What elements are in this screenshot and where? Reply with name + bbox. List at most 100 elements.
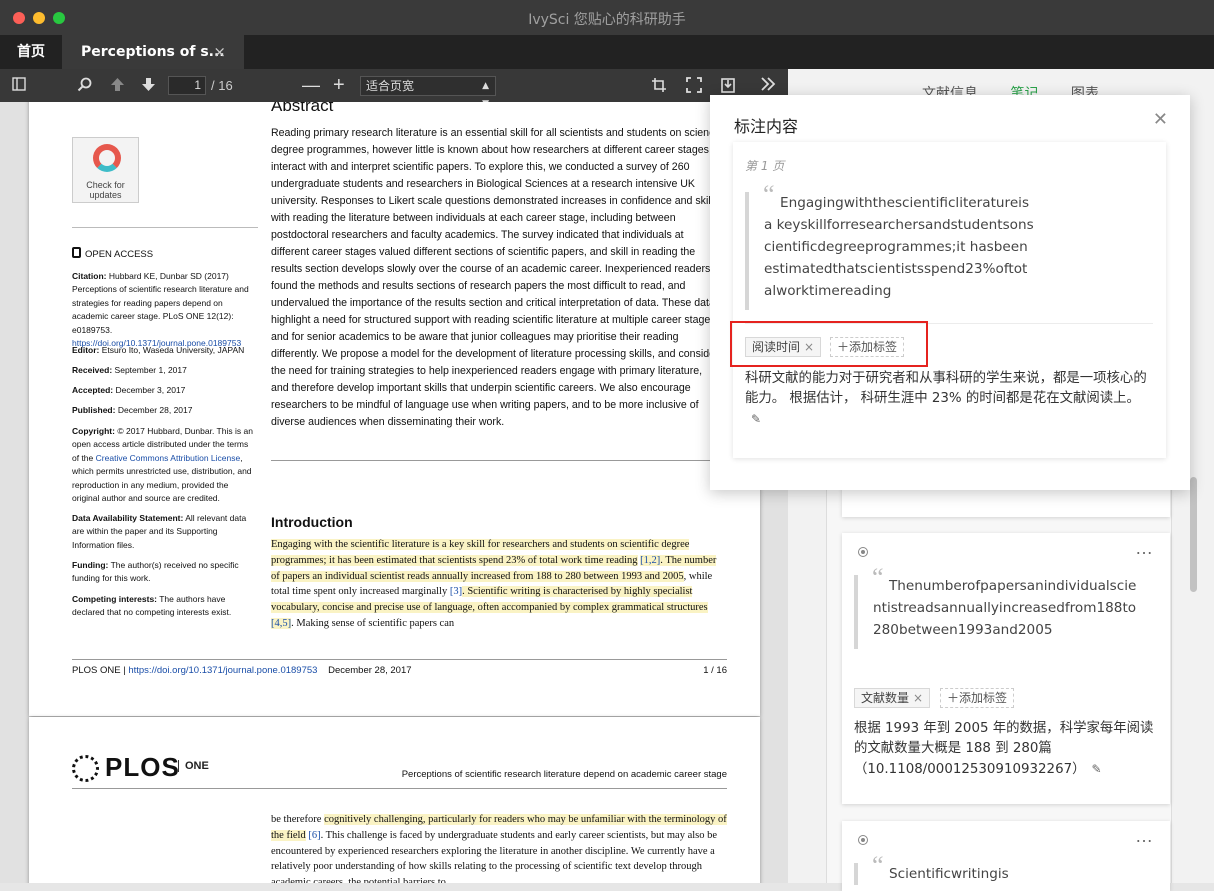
reference-link[interactable]: [6] [308,830,320,841]
accepted-text: December 3, 2017 [115,385,186,395]
sidebar-toggle-icon[interactable] [12,77,26,94]
open-access-label: OPEN ACCESS [72,247,256,261]
note-body: 科研文献的能力对于研究者和从事科研的学生来说，都是一项核心的能力。 根据估计， … [745,371,1147,406]
highlight-box [730,321,928,367]
divider [271,460,727,461]
tag-label: 文献数量 [861,691,910,705]
app-title: IvySci 您贴心的科研助手 [528,12,686,28]
funding-block: Funding: The author(s) received no speci… [72,559,256,586]
reference-link[interactable]: [1,2] [640,554,661,566]
accepted-line: Accepted: December 3, 2017 [72,384,256,397]
tab-bar: 首页 Perceptions of s... × [0,35,1214,69]
add-tag-button[interactable]: ＋添加标签 [940,688,1015,708]
check-for-updates-badge[interactable]: Check for updates [72,137,139,203]
page-label: 第 1 页 [745,159,785,173]
received-text: September 1, 2017 [114,365,187,375]
zoom-select[interactable]: 适合页宽 ▲▼ [360,76,496,109]
running-header: Perceptions of scientific research liter… [401,769,727,780]
tab-document[interactable]: Perceptions of s... × [62,35,244,69]
quote-text: Scientificwritingis [889,866,1009,882]
pdf-viewer[interactable]: Abstract Reading primary research litera… [0,102,788,883]
footer-doi-link[interactable]: https://doi.org/10.1371/journal.pone.018… [128,665,317,676]
page-total: / 16 [211,78,233,93]
close-icon[interactable]: × [213,35,226,69]
published-label: Published: [72,405,116,415]
pencil-icon[interactable]: ✎ [1092,759,1102,779]
arrow-up-icon[interactable] [110,77,125,94]
annotation-quote: “ Scientificwritingis [854,853,1144,885]
copyright-label: Copyright: [72,426,115,436]
editor-line: Editor: Etsuro Ito, Waseda University, J… [72,344,256,357]
add-tag-label: 添加标签 [959,691,1008,705]
ellipsis-icon[interactable]: … [1135,826,1154,847]
data-availability-label: Data Availability Statement: [72,513,184,523]
target-icon[interactable] [858,835,868,845]
note-text: 科研文献的能力对于研究者和从事科研的学生来说，都是一项核心的能力。 根据估计， … [745,369,1155,430]
divider [72,788,727,789]
annotation-card: 第 1 页 “ Engagingwiththescientificliterat… [733,142,1166,458]
more-tools-icon[interactable] [760,77,776,94]
funding-label: Funding: [72,560,109,570]
open-access-text: OPEN ACCESS [85,249,154,260]
annotation-quote: “ Engagingwiththescientificliteratureis … [745,182,1035,310]
plos-logo-icon [72,755,99,782]
competing-interests-block: Competing interests: The authors have de… [72,593,256,620]
highlight[interactable]: Engaging with the scientific literature … [271,539,690,566]
received-line: Received: September 1, 2017 [72,364,256,377]
update-badge-icon [93,144,121,172]
abstract-text: Reading primary research literature is a… [271,127,721,428]
introduction-text: Engaging with the scientific literature … [271,537,727,632]
pdf-toolbar: 1 / 16 — + 适合页宽 ▲▼ [0,69,788,109]
note-body: 根据 1993 年到 2005 年的数据，科学家每年阅读的文献数量大概是 188… [854,721,1154,777]
body-text: be therefore [271,814,325,825]
license-link[interactable]: Creative Commons Attribution License [96,453,241,463]
tab-document-label: Perceptions of s... [81,44,225,60]
fullscreen-icon[interactable] [686,77,702,94]
reference-link[interactable]: [3] [450,586,462,597]
zoom-select-value: 适合页宽 [366,79,415,93]
crop-icon[interactable] [651,77,667,94]
search-icon[interactable] [77,77,92,94]
ellipsis-icon[interactable]: … [1135,538,1154,559]
download-icon[interactable] [721,77,735,94]
quote-text: Thenumberofpapersanindividualscientistre… [873,578,1137,638]
page-footer: PLOS ONE | https://doi.org/10.1371/journ… [72,665,727,676]
note-text: 根据 1993 年到 2005 年的数据，科学家每年阅读的文献数量大概是 188… [854,719,1154,780]
copyright-block: Copyright: © 2017 Hubbard, Dunbar. This … [72,425,256,505]
reference-link[interactable]: [4,5] [271,617,292,629]
arrow-down-icon[interactable] [141,77,156,94]
tab-home[interactable]: 首页 [0,35,62,69]
published-line: Published: December 28, 2017 [72,404,256,417]
close-icon[interactable]: ✕ [1153,109,1168,130]
footer-page-number: 1 / 16 [703,665,727,676]
competing-interests-label: Competing interests: [72,594,158,604]
divider [72,659,727,660]
scrollbar[interactable] [1190,477,1197,592]
close-icon[interactable]: × [913,691,923,705]
page-number-input[interactable]: 1 [168,76,206,95]
editor-label: Editor: [72,345,100,355]
annotation-quote: “ Thenumberofpapersanindividualscientist… [854,565,1144,649]
zoom-in-button[interactable]: + [333,75,345,95]
introduction-heading: Introduction [271,514,353,530]
abstract-heading: Abstract [271,102,334,115]
note-card: … “ Scientificwritingis [842,821,1170,891]
target-icon[interactable] [858,547,868,557]
accepted-label: Accepted: [72,385,114,395]
plus-icon: ＋ [947,691,960,705]
published-text: December 28, 2017 [117,405,193,415]
quote-mark-icon: “ [872,563,884,592]
plos-one-label: ONE [178,760,209,772]
zoom-out-button[interactable]: — [302,76,320,94]
quote-text: Engagingwiththescientificliteratureis a … [764,195,1034,299]
plos-logo: PLOS [105,752,180,782]
badge-label: Check for updates [86,180,125,200]
lock-icon [72,247,81,258]
title-bar: IvySci 您贴心的科研助手 [0,0,1214,35]
pencil-icon[interactable]: ✎ [751,409,761,429]
tag-chip[interactable]: 文献数量 × [854,688,931,708]
quote-mark-icon: “ [872,851,884,880]
pdf-page-2: PLOS ONE Perceptions of scientific resea… [29,717,760,883]
editor-text: Etsuro Ito, Waseda University, JAPAN [101,345,245,355]
pdf-page-1: Abstract Reading primary research litera… [29,102,760,716]
